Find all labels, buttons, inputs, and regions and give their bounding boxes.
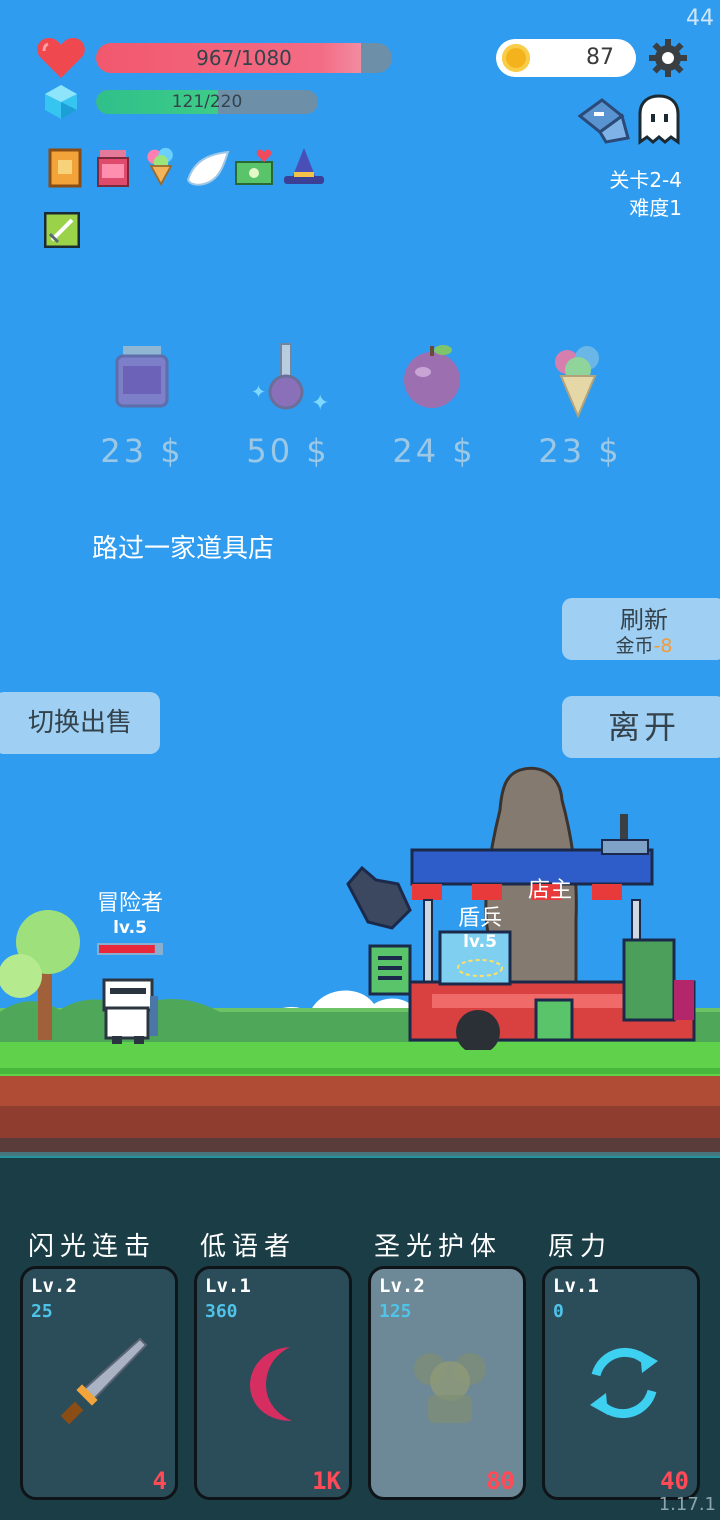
skill-cost: 25 — [31, 1301, 53, 1322]
crescent-moon-icon — [250, 1347, 292, 1421]
skill-cost: 125 — [379, 1301, 412, 1322]
shop-item-price: 23 $ — [538, 432, 622, 470]
cat-sprite — [346, 865, 412, 930]
skill-card-whisperer[interactable]: Lv.1 360 1K — [194, 1266, 352, 1500]
skill-cost: 360 — [205, 1301, 238, 1322]
skill-name: 闪光连击 — [28, 1232, 157, 1262]
heart-icon — [37, 38, 85, 78]
refresh-button[interactable]: 刷新 金币-8 — [562, 598, 720, 660]
wing-icon[interactable] — [186, 150, 230, 188]
mp-text: 121/220 — [171, 92, 243, 112]
hp-bar: 967/1080 — [96, 43, 392, 73]
ghost-icon[interactable] — [634, 94, 684, 146]
skill-cost: 0 — [553, 1301, 564, 1322]
shop-item-price: 24 $ — [392, 432, 476, 470]
shop-item-price: 50 $ — [246, 432, 330, 470]
npc-level: lv.5 — [463, 932, 497, 952]
sword-icon — [60, 1337, 148, 1425]
gear-icon[interactable] — [648, 38, 688, 78]
ice-cream-icon[interactable] — [142, 146, 180, 186]
refresh-cost-label: 金币 — [615, 635, 654, 657]
zombie-sprite — [622, 938, 676, 1022]
jam-jar-icon[interactable] — [94, 148, 132, 188]
potion-icon: ✦ ✦ — [251, 343, 329, 416]
stage-difficulty: 难度1 — [629, 196, 682, 220]
skill-upgrade-price: 4 — [152, 1467, 167, 1495]
skill-name: 低语者 — [200, 1232, 297, 1262]
skill-name: 圣光护体 — [374, 1232, 503, 1262]
hero-level: lv.5 — [113, 918, 147, 938]
hp-text: 967/1080 — [196, 46, 292, 70]
coin-icon — [502, 44, 530, 72]
svg-text:✦: ✦ — [251, 382, 266, 403]
stage-level: 关卡2-4 — [609, 168, 682, 192]
shop-item-plum[interactable] — [372, 340, 492, 416]
map-icon[interactable] — [576, 96, 632, 144]
skill-upgrade-price: 80 — [486, 1467, 515, 1495]
skill-level: Lv.1 — [553, 1275, 599, 1297]
stage-info: 关卡2-4 难度1 — [609, 166, 682, 222]
sword-scroll-icon[interactable] — [44, 212, 80, 248]
skill-level: Lv.2 — [31, 1275, 77, 1297]
hero-name: 冒险者 — [96, 891, 163, 916]
skill-upgrade-price: 1K — [312, 1467, 341, 1495]
hero-hp-bar-fill — [99, 945, 155, 953]
refresh-cost: -8 — [653, 635, 673, 657]
spellbook-icon[interactable] — [46, 148, 84, 188]
skill-name: 原力 — [548, 1232, 613, 1262]
mana-crystal-icon — [45, 85, 77, 119]
skill-card-force[interactable]: Lv.1 0 40 — [542, 1266, 700, 1500]
cycle-icon — [590, 1347, 658, 1419]
refresh-label: 刷新 — [620, 606, 668, 634]
coin-value: 87 — [586, 45, 614, 70]
skill-upgrade-price: 40 — [660, 1467, 689, 1495]
npc-name: 盾兵 — [457, 906, 502, 931]
holy-shield-icon — [414, 1353, 486, 1423]
shop-item-ice-cream[interactable] — [518, 340, 638, 424]
mp-bar: 121/220 — [96, 90, 318, 114]
event-description: 路过一家道具店 — [92, 534, 275, 564]
skill-card-flash-combo[interactable]: Lv.2 25 4 — [20, 1266, 178, 1500]
coin-counter: 87 — [496, 39, 636, 77]
leave-button[interactable]: 离开 — [562, 696, 720, 758]
skill-card-holy-light[interactable]: Lv.2 125 80 — [368, 1266, 526, 1500]
fps-counter: 44 — [686, 6, 714, 31]
jam-jar-icon — [115, 346, 169, 408]
shop-item-price: 23 $ — [100, 432, 184, 470]
svg-text:✦: ✦ — [311, 391, 329, 416]
skill-level: Lv.2 — [379, 1275, 425, 1297]
panel-top-edge — [0, 1152, 720, 1158]
switch-sell-button[interactable]: 切换出售 — [0, 692, 160, 754]
plum-icon — [404, 345, 460, 408]
skill-level: Lv.1 — [205, 1275, 251, 1297]
money-heart-icon[interactable] — [234, 148, 276, 188]
shop-item-potion[interactable]: ✦ ✦ — [226, 340, 346, 424]
ice-cream-icon — [555, 346, 599, 419]
wizard-hat-icon[interactable] — [282, 146, 326, 188]
version-label: 1.17.1 — [658, 1494, 716, 1515]
shop-item-jam[interactable] — [82, 340, 202, 416]
